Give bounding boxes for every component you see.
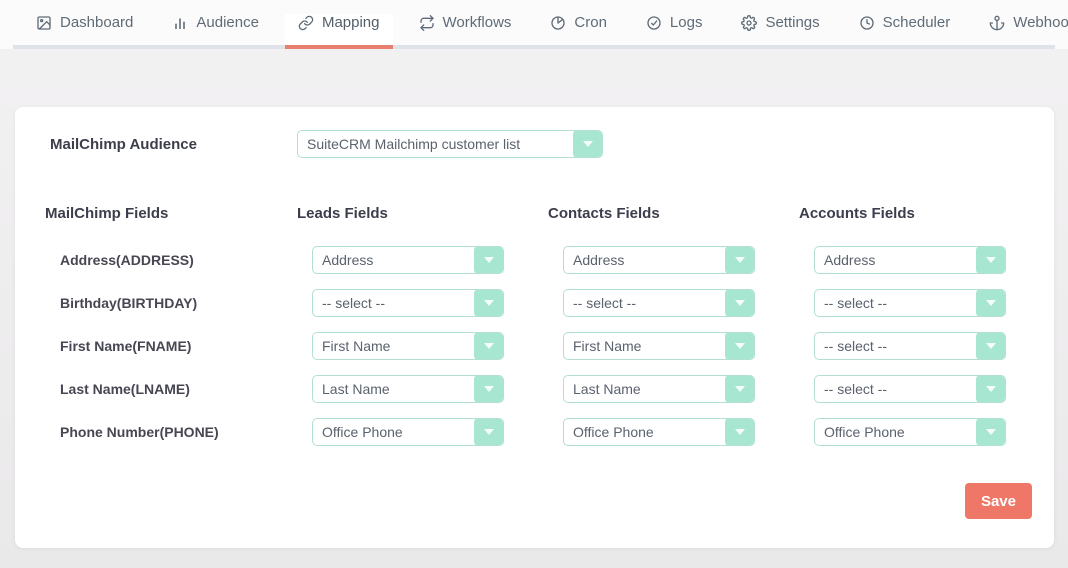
nav-tab-label: Mapping: [322, 14, 380, 31]
accounts-field-select[interactable]: -- select --: [814, 332, 1006, 360]
leads-field-select[interactable]: Last Name: [312, 375, 504, 403]
leads-field-select[interactable]: -- select --: [312, 289, 504, 317]
nav-tab-label: Scheduler: [883, 14, 951, 31]
link-icon: [298, 15, 314, 31]
anchor-icon: [989, 15, 1005, 31]
nav-tab-dashboard[interactable]: Dashboard: [23, 14, 146, 45]
mailchimp-field-label: First Name(FNAME): [45, 338, 297, 354]
nav-tab-label: Workflows: [443, 14, 512, 31]
column-header-mailchimp-fields: MailChimp Fields: [45, 205, 297, 222]
check-circle-icon: [646, 15, 662, 31]
top-nav: Dashboard Audience Mapping Workflows Cro: [0, 0, 1068, 49]
clock-icon: [859, 15, 875, 31]
chevron-down-icon: [974, 333, 1005, 359]
select-value: Last Name: [313, 376, 472, 402]
select-value: Office Phone: [564, 419, 723, 445]
select-value: First Name: [564, 333, 723, 359]
nav-tab-label: Settings: [765, 14, 819, 31]
chevron-down-icon: [472, 247, 503, 273]
mailchimp-field-label: Last Name(LNAME): [45, 381, 297, 397]
column-header-contacts-fields: Contacts Fields: [548, 205, 799, 222]
select-value: Office Phone: [313, 419, 472, 445]
select-value: Address: [815, 247, 974, 273]
chevron-down-icon: [723, 290, 754, 316]
select-value: Office Phone: [815, 419, 974, 445]
save-row: Save: [45, 483, 1033, 519]
nav-tab-scheduler[interactable]: Scheduler: [846, 14, 964, 45]
chevron-down-icon: [974, 376, 1005, 402]
nav-tab-settings[interactable]: Settings: [728, 14, 832, 45]
contacts-field-select[interactable]: First Name: [563, 332, 755, 360]
nav-tab-label: Cron: [574, 14, 607, 31]
select-value: Address: [564, 247, 723, 273]
mapping-card: MailChimp Audience SuiteCRM Mailchimp cu…: [15, 107, 1054, 548]
nav-tab-workflows[interactable]: Workflows: [406, 14, 525, 45]
accounts-field-select[interactable]: -- select --: [814, 289, 1006, 317]
nav-tab-audience[interactable]: Audience: [159, 14, 272, 45]
select-value: -- select --: [313, 290, 472, 316]
field-mapping-grid: MailChimp Fields Leads Fields Contacts F…: [45, 205, 1033, 446]
chevron-down-icon: [472, 333, 503, 359]
bar-chart-icon: [172, 15, 188, 31]
chevron-down-icon: [974, 419, 1005, 445]
chevron-down-icon: [723, 247, 754, 273]
select-value: -- select --: [815, 290, 974, 316]
contacts-field-select[interactable]: -- select --: [563, 289, 755, 317]
contacts-field-select[interactable]: Office Phone: [563, 418, 755, 446]
select-value: -- select --: [815, 376, 974, 402]
save-button[interactable]: Save: [965, 483, 1032, 519]
chevron-down-icon: [472, 419, 503, 445]
column-header-leads-fields: Leads Fields: [297, 205, 548, 222]
nav-tab-cron[interactable]: Cron: [537, 14, 620, 45]
audience-row: MailChimp Audience SuiteCRM Mailchimp cu…: [45, 130, 1033, 158]
chevron-down-icon: [723, 376, 754, 402]
column-header-accounts-fields: Accounts Fields: [799, 205, 1033, 222]
accounts-field-select[interactable]: Office Phone: [814, 418, 1006, 446]
mailchimp-field-label: Birthday(BIRTHDAY): [45, 295, 297, 311]
select-value: -- select --: [815, 333, 974, 359]
select-value: SuiteCRM Mailchimp customer list: [298, 131, 571, 157]
leads-field-select[interactable]: Address: [312, 246, 504, 274]
nav-tab-label: Webhooks: [1013, 14, 1068, 31]
chevron-down-icon: [571, 131, 602, 157]
contacts-field-select[interactable]: Address: [563, 246, 755, 274]
nav-tab-label: Audience: [196, 14, 259, 31]
contacts-field-select[interactable]: Last Name: [563, 375, 755, 403]
mailchimp-field-label: Address(ADDRESS): [45, 252, 297, 268]
mailchimp-field-label: Phone Number(PHONE): [45, 424, 297, 440]
nav-tab-logs[interactable]: Logs: [633, 14, 716, 45]
mailchimp-audience-label: MailChimp Audience: [45, 136, 297, 153]
nav-tab-mapping[interactable]: Mapping: [285, 14, 393, 45]
chevron-down-icon: [723, 333, 754, 359]
chevron-down-icon: [472, 376, 503, 402]
accounts-field-select[interactable]: Address: [814, 246, 1006, 274]
gear-icon: [741, 15, 757, 31]
chevron-down-icon: [723, 419, 754, 445]
pie-chart-icon: [550, 15, 566, 31]
mapping-page: MailChimp Audience SuiteCRM Mailchimp cu…: [0, 107, 1068, 548]
select-value: Address: [313, 247, 472, 273]
nav-tab-webhooks[interactable]: Webhooks: [976, 14, 1068, 45]
chevron-down-icon: [974, 290, 1005, 316]
accounts-field-select[interactable]: -- select --: [814, 375, 1006, 403]
nav-tab-bar: Dashboard Audience Mapping Workflows Cro: [13, 14, 1055, 49]
leads-field-select[interactable]: First Name: [312, 332, 504, 360]
dashboard-icon: [36, 15, 52, 31]
repeat-icon: [419, 15, 435, 31]
nav-tab-label: Logs: [670, 14, 703, 31]
chevron-down-icon: [974, 247, 1005, 273]
chevron-down-icon: [472, 290, 503, 316]
select-value: Last Name: [564, 376, 723, 402]
select-value: -- select --: [564, 290, 723, 316]
leads-field-select[interactable]: Office Phone: [312, 418, 504, 446]
select-value: First Name: [313, 333, 472, 359]
nav-tab-label: Dashboard: [60, 14, 133, 31]
mailchimp-audience-select[interactable]: SuiteCRM Mailchimp customer list: [297, 130, 603, 158]
